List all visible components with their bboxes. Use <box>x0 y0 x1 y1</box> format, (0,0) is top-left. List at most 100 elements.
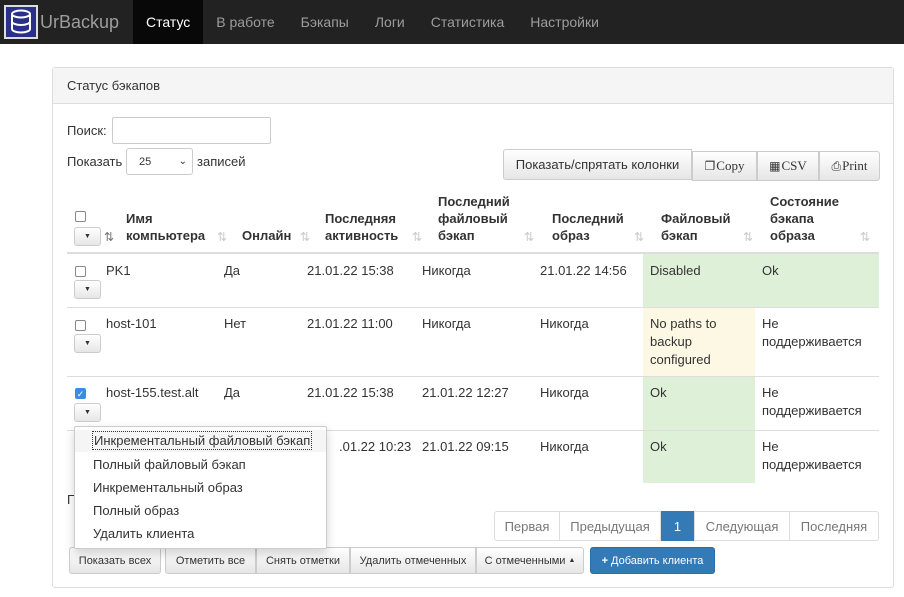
pagination-first[interactable]: Первая <box>494 511 560 541</box>
col-online-line: Онлайн <box>242 228 292 243</box>
menu-item-full-image[interactable]: Полный образ <box>75 500 326 522</box>
menu-item-full-file-backup[interactable]: Полный файловый бэкап <box>75 454 326 476</box>
file-backup-status: No paths to backup configured <box>650 315 717 369</box>
menu-item-label: Инкрементальный файловый бэкап <box>91 431 313 450</box>
table-header: ▼ ⇅ Имя компьютера ⇅ Онлайн ⇅ Последняя … <box>67 188 879 254</box>
search-label: Поиск: <box>67 123 107 138</box>
col-image-status-line: Состояние <box>770 194 840 209</box>
nav-statistics[interactable]: Статистика <box>418 0 518 44</box>
menu-item-incremental-file-backup[interactable]: Инкрементальный файловый бэкап <box>75 430 326 452</box>
col-last-image[interactable]: Последний образ <box>552 210 624 244</box>
brand-name: UrBackup <box>40 11 120 32</box>
row-checkbox[interactable]: ✓ <box>75 388 86 399</box>
status-line: поддерживается <box>762 334 862 349</box>
chevron-down-icon: ⌄ <box>178 156 187 167</box>
nav-in-progress[interactable]: В работе <box>203 0 287 44</box>
status-line: backup <box>650 334 692 349</box>
status-line: поддерживается <box>762 403 862 418</box>
delete-selected-button[interactable]: Удалить отмеченных <box>350 547 476 574</box>
nav-status[interactable]: Статус <box>133 0 204 44</box>
panel-title: Статус бэкапов <box>53 68 893 104</box>
sort-icon: ⇅ <box>217 230 228 244</box>
col-last-file-line: файловый <box>438 211 508 226</box>
col-last-seen-line: активность <box>325 228 399 243</box>
show-all-button[interactable]: Показать всех <box>69 547 161 574</box>
col-image-backup-status[interactable]: Состояние бэкапа образа <box>770 193 839 244</box>
length-label-after: записей <box>197 154 246 169</box>
csv-button[interactable]: ▦ CSV <box>757 151 819 181</box>
status-line: поддерживается <box>762 457 862 472</box>
sort-icon: ⇅ <box>412 230 423 244</box>
col-name-line: компьютера <box>126 228 206 243</box>
file-backup-status: Disabled <box>650 263 701 278</box>
file-backup-status: Ok <box>650 385 667 400</box>
col-image-status-line: бэкапа <box>770 211 814 226</box>
row-actions-dropdown[interactable]: ▼ <box>74 280 101 299</box>
col-file-status-line: Файловый <box>661 211 731 226</box>
menu-item-remove-client[interactable]: Удалить клиента <box>75 523 326 545</box>
image-backup-status: Ok <box>762 263 779 278</box>
plus-icon: + <box>601 554 609 567</box>
col-last-file-backup[interactable]: Последний файловый бэкап <box>438 193 510 244</box>
select-all-checkbox[interactable] <box>75 211 86 222</box>
last-seen: 21.01.22 15:38 <box>307 263 394 278</box>
add-client-button[interactable]: + Добавить клиента <box>590 547 715 574</box>
col-last-seen[interactable]: Последняя активность <box>325 210 398 244</box>
client-name: host-155.test.alt <box>106 385 199 400</box>
sort-icon[interactable]: ⇅ <box>104 230 114 244</box>
last-seen: 21.01.22 15:38 <box>307 385 394 400</box>
add-client-label: Добавить клиента <box>611 554 704 567</box>
nav-settings[interactable]: Настройки <box>517 0 612 44</box>
last-seen: .01.22 10:23 <box>339 439 412 454</box>
caret-down-icon: ▼ <box>84 409 91 416</box>
pagination-page-1[interactable]: 1 <box>661 511 694 541</box>
col-file-backup-status[interactable]: Файловый бэкап <box>661 210 730 244</box>
nav-backups[interactable]: Бэкапы <box>288 0 362 44</box>
col-file-status-line: бэкап <box>661 228 698 243</box>
table-row[interactable]: ▼ host-101 Нет 21.01.22 11:00 Никогда Ни… <box>67 308 879 377</box>
pagination-previous[interactable]: Предыдущая <box>559 511 661 541</box>
copy-icon: ❐ <box>704 158 716 173</box>
row-checkbox[interactable] <box>75 266 86 277</box>
table-row[interactable]: ✓ ▼ host-155.test.alt Да 21.01.22 15:38 … <box>67 377 879 431</box>
pagination-next[interactable]: Следующая <box>694 511 790 541</box>
image-backup-status: Не поддерживается <box>762 384 862 420</box>
select-all-button[interactable]: Отметить все <box>165 547 256 574</box>
col-name[interactable]: Имя компьютера <box>126 210 205 244</box>
search-input[interactable] <box>112 117 271 144</box>
print-icon: ⎙ <box>831 158 842 173</box>
pagination-last[interactable]: Последняя <box>789 511 879 541</box>
col-name-line: Имя <box>126 211 153 226</box>
csv-icon: ▦ <box>769 158 781 173</box>
copy-button[interactable]: ❐ Copy <box>692 151 757 181</box>
nav-logs[interactable]: Логи <box>362 0 418 44</box>
deselect-all-button[interactable]: Снять отметки <box>256 547 350 574</box>
page-length-select[interactable]: 25 ⌄ <box>126 148 193 175</box>
with-selected-dropdown[interactable]: С отмеченными ▲ <box>476 547 584 574</box>
row-actions-dropdown[interactable]: ▼ <box>74 334 101 353</box>
col-online[interactable]: Онлайн <box>242 227 291 244</box>
last-file-backup: Никогда <box>422 316 471 331</box>
status-line: Не <box>762 385 779 400</box>
copy-label: Copy <box>716 158 745 173</box>
status-line: configured <box>650 352 711 367</box>
page-length-value: 25 <box>139 155 152 168</box>
row-actions-dropdown[interactable]: ▼ <box>74 403 101 422</box>
image-backup-status: Не поддерживается <box>762 315 862 351</box>
top-navbar: UrBackup Статус В работе Бэкапы Логи Ста… <box>0 0 904 44</box>
brand[interactable]: UrBackup <box>0 0 133 44</box>
sort-icon: ⇅ <box>860 230 871 244</box>
print-button[interactable]: ⎙ Print <box>819 151 880 181</box>
last-file-backup: Никогда <box>422 263 471 278</box>
sort-icon: ⇅ <box>634 230 645 244</box>
sort-icon: ⇅ <box>300 230 311 244</box>
col-image-status-line: образа <box>770 228 815 243</box>
row-checkbox[interactable] <box>75 320 86 331</box>
status-line: Не <box>762 316 779 331</box>
column-visibility-button[interactable]: Показать/спрятать колонки <box>503 149 692 180</box>
menu-item-incremental-image[interactable]: Инкрементальный образ <box>75 477 326 499</box>
header-actions-dropdown[interactable]: ▼ <box>74 227 101 246</box>
last-image-backup: Никогда <box>540 316 589 331</box>
table-row[interactable]: ▼ PK1 Да 21.01.22 15:38 Никогда 21.01.22… <box>67 254 879 308</box>
col-last-file-line: бэкап <box>438 228 475 243</box>
